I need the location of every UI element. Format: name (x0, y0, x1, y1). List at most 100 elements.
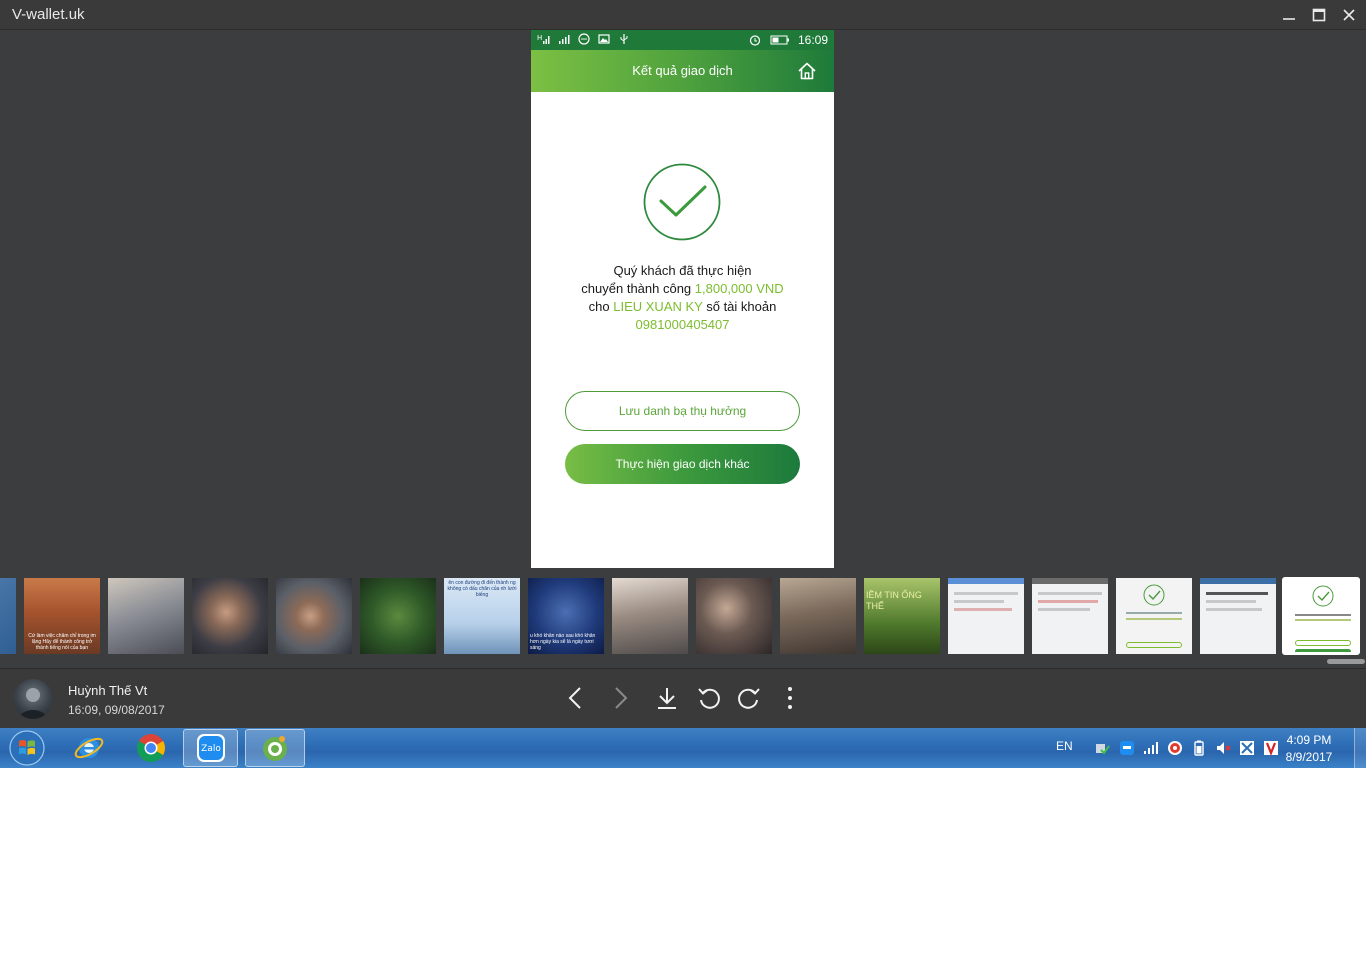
maximize-button[interactable] (1307, 4, 1331, 26)
thumbnail[interactable]: IỀM TIN ỐNG THẾ (864, 578, 940, 654)
success-check-icon (643, 163, 721, 241)
thumbnail[interactable] (108, 578, 184, 654)
viewer-bottom-bar: Huỳnh Thế Vt 16:09, 09/08/2017 (0, 668, 1366, 728)
more-icon (788, 687, 792, 709)
thumbnail-caption: Cứ làm việc chăm chỉ trong im lặng Hãy đ… (28, 633, 96, 651)
language-indicator[interactable]: EN (1056, 739, 1073, 753)
rotate-right-icon (738, 688, 760, 709)
result-line-1: Quý khách đã thực hiện (613, 263, 752, 278)
app-header: Kết quả giao dịch (531, 50, 834, 92)
svg-text:H: H (537, 34, 542, 42)
phone-clock: 16:09 (797, 33, 828, 47)
internet-explorer-icon (74, 737, 104, 759)
recipient-name: LIEU XUAN KY (613, 299, 703, 314)
download-button[interactable] (654, 685, 680, 711)
system-tray: EN 4:09 PM 8/9/2017 (1046, 728, 1366, 768)
sent-timestamp: 16:09, 09/08/2017 (68, 703, 165, 717)
home-icon[interactable] (796, 60, 818, 82)
zalo-icon-label: Zalo (201, 744, 221, 754)
thumbnail-selected[interactable] (1282, 577, 1360, 655)
taskbar-coc-coc[interactable] (245, 729, 305, 767)
thumbnail[interactable] (1032, 578, 1108, 654)
alarm-icon (749, 35, 761, 46)
next-icon (615, 687, 628, 709)
minimize-icon (1283, 18, 1295, 20)
rotate-left-button[interactable] (696, 685, 722, 711)
result-line-3: cho LIEU XUAN KY số tài khoản (551, 298, 814, 316)
image-icon (598, 34, 610, 44)
thumbnail[interactable] (1116, 578, 1192, 654)
result-line-3-suffix: số tài khoản (702, 299, 777, 314)
result-line-2: chuyển thành công 1,800,000 VND (551, 280, 814, 298)
thumbnail[interactable] (948, 578, 1024, 654)
header-title: Kết quả giao dịch (632, 63, 733, 78)
show-desktop-button[interactable] (1354, 728, 1366, 768)
taskbar-zalo[interactable]: Zalo (183, 729, 238, 767)
account-number: 0981000405407 (635, 317, 730, 332)
result-line-3-prefix: cho (588, 299, 614, 314)
more-options-button[interactable] (777, 685, 803, 711)
result-line-2-text: chuyển thành công (581, 281, 695, 296)
save-beneficiary-button[interactable]: Lưu danh bạ thụ hưởng (565, 391, 800, 431)
phone-status-bar: H 16:09 (531, 30, 834, 50)
taskbar: Zalo EN 4:09 PM 8/9/2017 (0, 728, 1366, 768)
close-icon (1343, 9, 1355, 21)
start-button[interactable] (6, 729, 48, 767)
volume-muted-icon[interactable] (1215, 740, 1231, 756)
battery-icon (770, 35, 789, 45)
taskbar-clock-time[interactable]: 4:09 PM (1274, 733, 1344, 747)
avatar[interactable] (13, 679, 53, 719)
close-button[interactable] (1337, 4, 1361, 26)
chrome-icon (137, 734, 165, 762)
check-icon (1312, 585, 1334, 607)
download-icon (658, 688, 676, 709)
thumbnail[interactable]: ên con đường đi đến thành ng không có dấ… (444, 578, 520, 654)
thumbnail-caption: IỀM TIN ỐNG THẾ (866, 590, 922, 611)
network-signal-icon[interactable] (1143, 740, 1159, 756)
thumbnail[interactable]: Cứ làm việc chăm chỉ trong im lặng Hãy đ… (24, 578, 100, 654)
thumbnail-caption: u khó khăn nào sau khó khăn hơn ngày kia… (530, 633, 596, 651)
transfer-result-message: Quý khách đã thực hiện chuyển thành công… (551, 262, 814, 334)
taskbar-internet-explorer[interactable] (60, 729, 118, 767)
previous-icon (568, 687, 581, 709)
coc-coc-tray-icon[interactable] (1167, 740, 1183, 756)
thumbnail[interactable] (360, 578, 436, 654)
signal-icon (559, 35, 570, 44)
chat-icon (578, 33, 590, 45)
person-icon (19, 688, 47, 719)
security-icon[interactable] (1094, 740, 1110, 756)
window-title: V-wallet.uk (12, 6, 85, 23)
thumbnail-scrollbar[interactable] (1327, 659, 1365, 664)
battery-tray-icon[interactable] (1191, 740, 1207, 756)
thumbnail[interactable] (192, 578, 268, 654)
new-transaction-button[interactable]: Thực hiện giao dịch khác (565, 444, 800, 484)
thumbnail[interactable]: u khó khăn nào sau khó khăn hơn ngày kia… (528, 578, 604, 654)
thumbnail[interactable] (1200, 578, 1276, 654)
next-button[interactable] (607, 685, 633, 711)
usb-icon (620, 34, 628, 44)
thumbnail[interactable] (276, 578, 352, 654)
thumbnail[interactable] (612, 578, 688, 654)
title-bar: V-wallet.uk (0, 0, 1366, 30)
minimize-button[interactable] (1277, 4, 1301, 26)
taskbar-chrome[interactable] (122, 729, 180, 767)
check-icon (1143, 584, 1165, 606)
previous-button[interactable] (563, 685, 589, 711)
transfer-amount: 1,800,000 VND (694, 281, 784, 296)
thumbnail-caption: ên con đường đi đến thành ng không có dấ… (447, 580, 517, 598)
phone-screenshot: H 16:09 Kết quả giao dịch Quý khách đã t… (531, 30, 834, 568)
app-window: V-wallet.uk H 16:09 Kết quả giao dịch Qu… (0, 0, 1366, 728)
maximize-icon (1312, 8, 1326, 22)
windows-logo-icon (9, 730, 45, 766)
thumbnail[interactable] (696, 578, 772, 654)
thumbnail[interactable] (0, 578, 16, 654)
signal-icon: H (537, 34, 550, 44)
zalo-tray-icon[interactable] (1119, 740, 1135, 756)
taskbar-clock-date[interactable]: 8/9/2017 (1274, 750, 1344, 764)
rotate-right-button[interactable] (736, 685, 762, 711)
thumbnail[interactable] (780, 578, 856, 654)
thumbnail-strip: Cứ làm việc chăm chỉ trong im lặng Hãy đ… (0, 576, 1366, 656)
unikey-tray-icon[interactable] (1239, 740, 1255, 756)
sender-name: Huỳnh Thế Vt (68, 683, 148, 698)
rotate-left-icon (698, 688, 720, 709)
